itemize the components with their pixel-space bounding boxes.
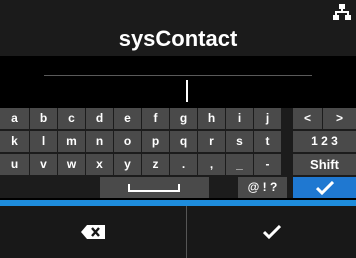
checkmark-icon bbox=[262, 225, 281, 239]
key-d[interactable]: d bbox=[86, 108, 113, 129]
key-e[interactable]: e bbox=[114, 108, 141, 129]
key-p[interactable]: p bbox=[142, 131, 169, 152]
key-n[interactable]: n bbox=[86, 131, 113, 152]
page-title: sysContact bbox=[118, 26, 238, 51]
key-w[interactable]: w bbox=[58, 154, 85, 175]
key-space[interactable] bbox=[100, 177, 209, 198]
text-input-field[interactable] bbox=[0, 56, 356, 108]
key-symbols[interactable]: @ ! ? bbox=[238, 177, 287, 198]
key-z[interactable]: z bbox=[142, 154, 169, 175]
key-period[interactable]: . bbox=[170, 154, 197, 175]
on-screen-keyboard: a b c d e f g h i j < > k l m n o p q r … bbox=[0, 108, 356, 198]
key-a[interactable]: a bbox=[0, 108, 29, 129]
key-o[interactable]: o bbox=[114, 131, 141, 152]
space-bar-icon bbox=[128, 184, 180, 192]
key-j[interactable]: j bbox=[254, 108, 281, 129]
key-u[interactable]: u bbox=[0, 154, 29, 175]
input-divider bbox=[44, 75, 312, 76]
key-i[interactable]: i bbox=[226, 108, 253, 129]
key-v[interactable]: v bbox=[30, 154, 57, 175]
key-enter[interactable] bbox=[293, 177, 356, 198]
title-bar: sysContact bbox=[0, 0, 356, 56]
confirm-button[interactable] bbox=[187, 206, 356, 258]
key-x[interactable]: x bbox=[86, 154, 113, 175]
key-t[interactable]: t bbox=[254, 131, 281, 152]
text-cursor bbox=[186, 80, 188, 102]
key-hyphen[interactable]: - bbox=[254, 154, 281, 175]
key-comma[interactable]: , bbox=[198, 154, 225, 175]
network-icon bbox=[333, 4, 351, 20]
key-r[interactable]: r bbox=[198, 131, 225, 152]
backspace-button[interactable] bbox=[0, 206, 186, 258]
key-h[interactable]: h bbox=[198, 108, 225, 129]
key-k[interactable]: k bbox=[0, 131, 29, 152]
key-y[interactable]: y bbox=[114, 154, 141, 175]
key-m[interactable]: m bbox=[58, 131, 85, 152]
bottom-action-bar bbox=[0, 206, 356, 258]
checkmark-icon bbox=[315, 180, 334, 195]
key-l[interactable]: l bbox=[30, 131, 57, 152]
key-underscore[interactable]: _ bbox=[226, 154, 253, 175]
key-g[interactable]: g bbox=[170, 108, 197, 129]
key-shift[interactable]: Shift bbox=[293, 154, 356, 175]
key-numbers[interactable]: 1 2 3 bbox=[293, 131, 356, 152]
key-cursor-right[interactable]: > bbox=[323, 108, 356, 129]
key-cursor-left[interactable]: < bbox=[293, 108, 322, 129]
key-s[interactable]: s bbox=[226, 131, 253, 152]
key-f[interactable]: f bbox=[142, 108, 169, 129]
backspace-icon bbox=[81, 225, 105, 239]
key-c[interactable]: c bbox=[58, 108, 85, 129]
key-b[interactable]: b bbox=[30, 108, 57, 129]
key-q[interactable]: q bbox=[170, 131, 197, 152]
